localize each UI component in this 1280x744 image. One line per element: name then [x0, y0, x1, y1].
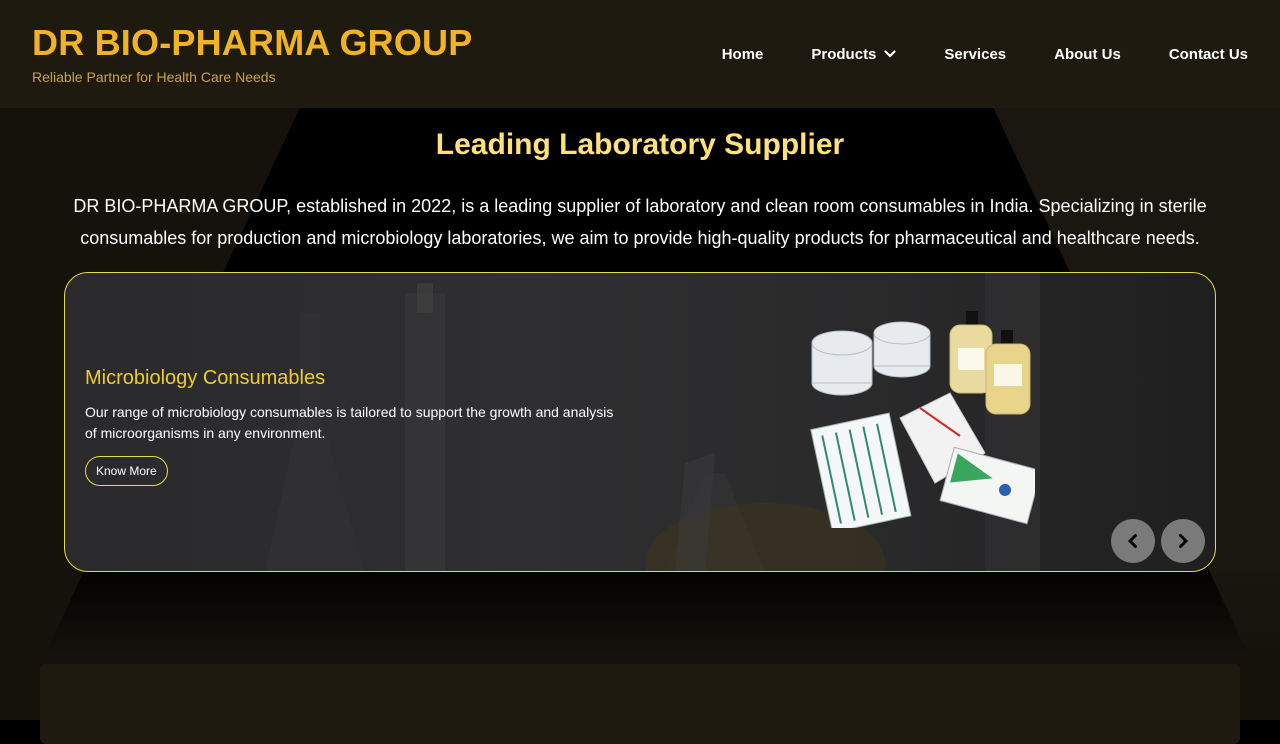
slide-description: Our range of microbiology consumables is… [85, 404, 614, 441]
nav-item-products[interactable]: Products [811, 45, 897, 63]
chevron-left-icon [1127, 534, 1137, 548]
microbiology-consumables-image [810, 311, 1035, 528]
brand-tagline: Reliable Partner for Health Care Needs [32, 69, 276, 85]
site-header: DR BIO-PHARMA GROUP Reliable Partner for… [0, 0, 1280, 108]
chevron-down-icon [884, 50, 897, 58]
nav-item-label: Contact Us [1168, 45, 1248, 63]
nav-item-about-us[interactable]: About Us [1054, 46, 1121, 63]
nav-item-contact-us[interactable]: Contact Us [1169, 46, 1248, 63]
brand: DR BIO-PHARMA GROUP Reliable Partner for… [32, 23, 472, 86]
product-carousel: Microbiology Consumables Our range of mi… [64, 272, 1216, 572]
slide-content: Microbiology Consumables Our range of mi… [85, 367, 625, 486]
nav-item-label: Products [811, 45, 877, 63]
chevron-right-icon [1179, 534, 1189, 548]
main-nav: Home Products Services About Us Contact … [722, 46, 1248, 63]
hero-description: DR BIO-PHARMA GROUP, established in 2022… [73, 196, 1207, 248]
nav-item-label: Services [944, 45, 1007, 63]
nav-item-home[interactable]: Home [722, 46, 764, 63]
hero-title: Leading Laboratory Supplier [435, 128, 845, 161]
nav-item-label: Home [721, 45, 764, 63]
brand-title[interactable]: DR BIO-PHARMA GROUP [32, 23, 472, 63]
know-more-button[interactable]: Know More [85, 456, 168, 486]
next-section-card [40, 664, 1240, 744]
slide-title: Microbiology Consumables [85, 367, 326, 389]
nav-item-label: About Us [1054, 45, 1121, 63]
nav-item-services[interactable]: Services [944, 46, 1006, 63]
carousel-next-button[interactable] [1161, 519, 1205, 563]
carousel-prev-button[interactable] [1111, 519, 1155, 563]
